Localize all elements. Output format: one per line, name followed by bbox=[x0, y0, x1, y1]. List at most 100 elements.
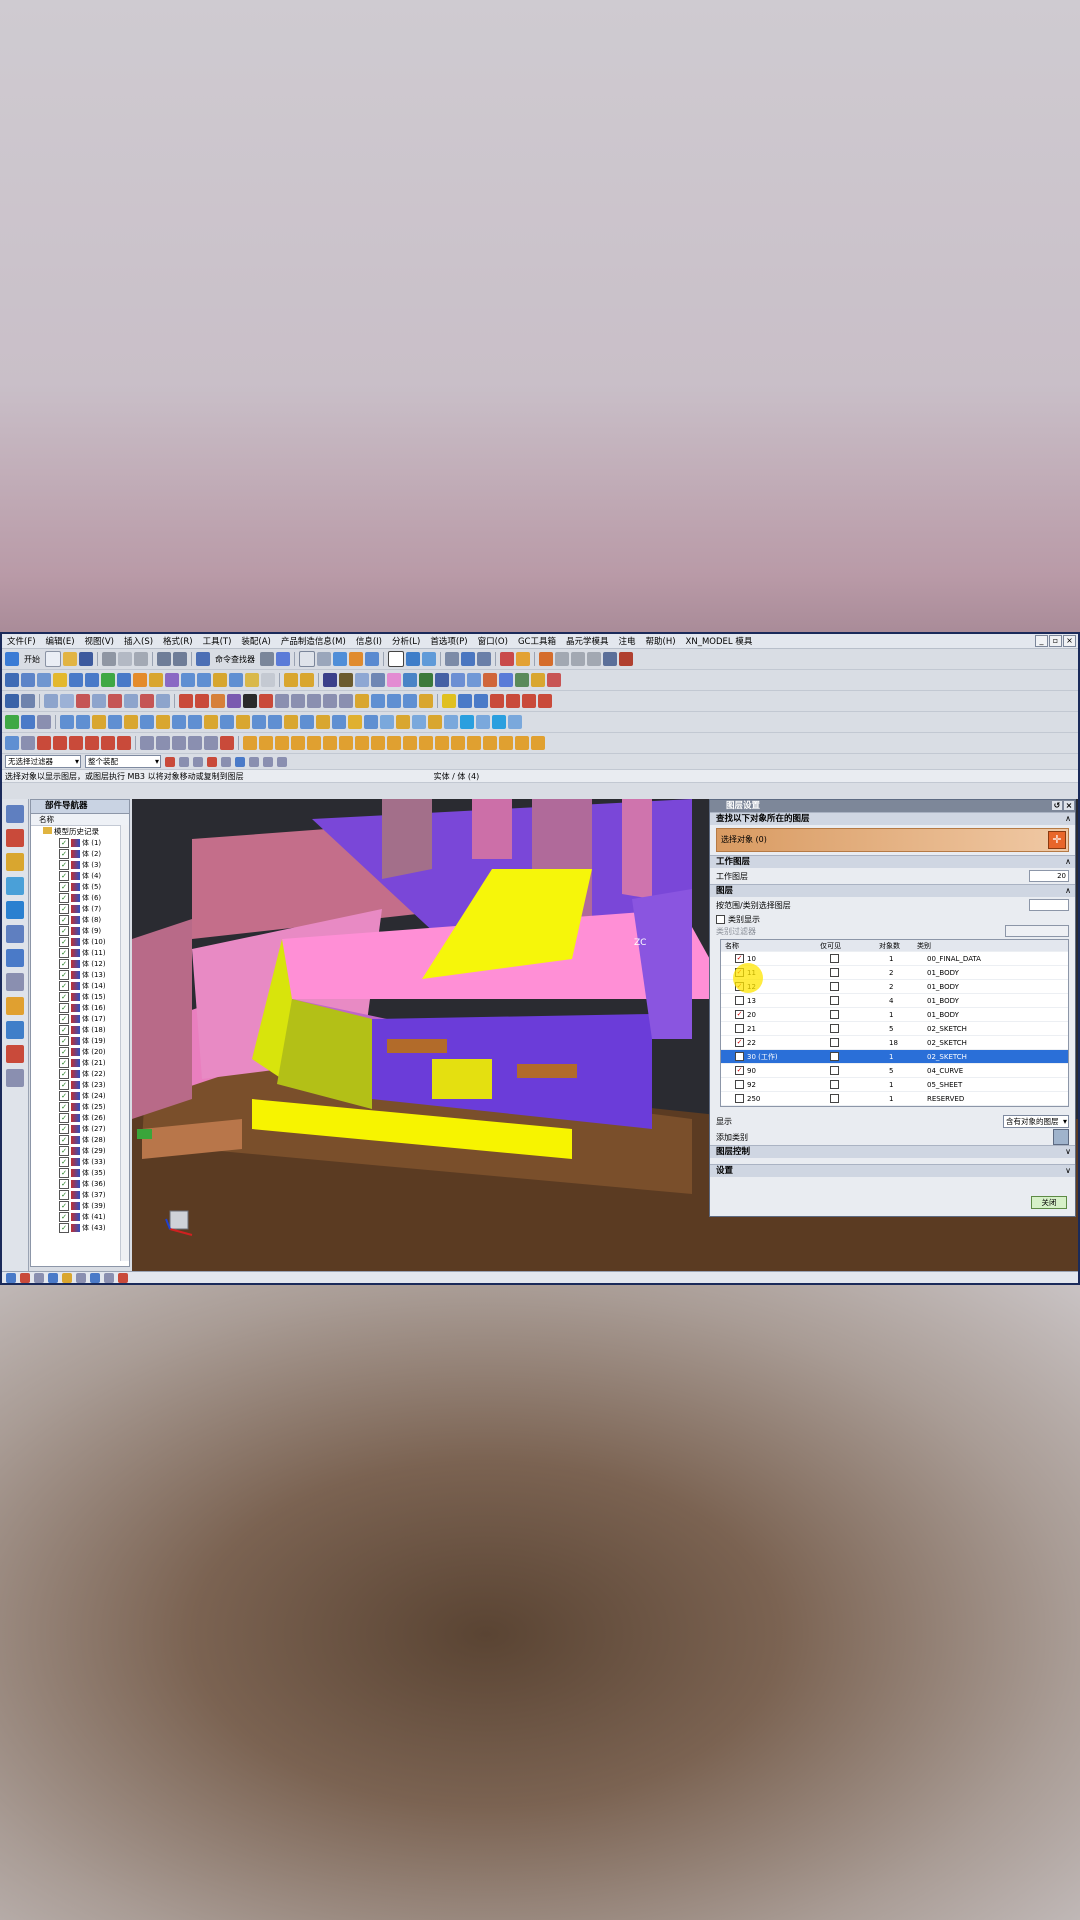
standard-parts-icon[interactable] bbox=[387, 736, 401, 750]
shrinkage-icon[interactable] bbox=[291, 736, 305, 750]
move-face-icon[interactable] bbox=[332, 715, 346, 729]
save-icon[interactable] bbox=[79, 652, 93, 666]
orient-view-icon[interactable] bbox=[317, 652, 331, 666]
menu-analysis[interactable]: 分析(L) bbox=[387, 635, 425, 647]
status-tool-8-icon[interactable] bbox=[104, 1273, 114, 1283]
parting-icon[interactable] bbox=[355, 736, 369, 750]
fit-view-icon[interactable] bbox=[299, 651, 315, 667]
polygon-select-icon[interactable] bbox=[37, 673, 51, 687]
layer-row[interactable]: 92 1 05_SHEET bbox=[721, 1078, 1068, 1092]
command-finder-button[interactable]: 命令查找器 bbox=[212, 654, 258, 665]
layer-visible-checkbox[interactable]: ✓ bbox=[735, 1010, 744, 1019]
feature-checkbox[interactable]: ✓ bbox=[59, 914, 69, 925]
col-name-header[interactable]: 名称 bbox=[721, 941, 820, 951]
open-folder-icon[interactable] bbox=[63, 652, 77, 666]
feature-node[interactable]: ✓ 体 (9) bbox=[31, 925, 129, 936]
quick-extend-icon[interactable] bbox=[156, 736, 170, 750]
point-snap-icon[interactable] bbox=[133, 673, 147, 687]
reuse-library-icon[interactable] bbox=[547, 673, 561, 687]
menu-gc-toolbox[interactable]: GC工具箱 bbox=[513, 635, 561, 647]
reuse-library-tab-icon[interactable] bbox=[6, 877, 24, 895]
lights-icon[interactable] bbox=[355, 673, 369, 687]
type-filter-select[interactable]: 无选择过滤器 bbox=[5, 755, 81, 768]
wrap-geometry-icon[interactable] bbox=[284, 673, 298, 687]
feature-node[interactable]: ✓ 体 (33) bbox=[31, 1156, 129, 1167]
edit-section-icon[interactable] bbox=[349, 652, 363, 666]
feature-checkbox[interactable]: ✓ bbox=[59, 903, 69, 914]
status-tool-3-icon[interactable] bbox=[34, 1273, 44, 1283]
select-icon[interactable] bbox=[276, 652, 290, 666]
feature-checkbox[interactable]: ✓ bbox=[59, 1013, 69, 1024]
intersection-snap-icon[interactable] bbox=[213, 673, 227, 687]
highlight-icon[interactable] bbox=[53, 673, 67, 687]
feature-checkbox[interactable]: ✓ bbox=[59, 1057, 69, 1068]
layer-row[interactable]: ✓ 10 1 00_FINAL_DATA bbox=[721, 952, 1068, 966]
feature-checkbox[interactable]: ✓ bbox=[59, 1046, 69, 1057]
material-icon[interactable] bbox=[339, 673, 353, 687]
endpoint-snap-icon[interactable] bbox=[149, 673, 163, 687]
point-on-face-icon[interactable] bbox=[261, 673, 275, 687]
snap-existing-icon[interactable] bbox=[249, 756, 259, 767]
snap-point-face-icon[interactable] bbox=[277, 756, 287, 767]
layer-only-visible-checkbox[interactable] bbox=[830, 968, 839, 977]
offset-sketch-icon[interactable] bbox=[188, 736, 202, 750]
snap-mid-icon[interactable] bbox=[179, 756, 189, 767]
paste-icon[interactable] bbox=[134, 652, 148, 666]
text-icon[interactable] bbox=[243, 694, 257, 708]
layer-only-visible-checkbox[interactable] bbox=[830, 996, 839, 1005]
slider-lifter-icon[interactable] bbox=[419, 736, 433, 750]
menu-assembly[interactable]: 装配(A) bbox=[236, 635, 275, 647]
bom-icon[interactable] bbox=[515, 736, 529, 750]
feature-node[interactable]: ✓ 体 (21) bbox=[31, 1057, 129, 1068]
snap-quadrant-icon[interactable] bbox=[235, 756, 245, 767]
feature-checkbox[interactable]: ✓ bbox=[59, 936, 69, 947]
datum-axis-icon[interactable] bbox=[490, 694, 504, 708]
menu-view[interactable]: 视图(V) bbox=[80, 635, 119, 647]
restore-icon[interactable]: ▫ bbox=[1049, 635, 1062, 647]
snap-center-icon[interactable] bbox=[221, 756, 231, 767]
new-file-icon[interactable] bbox=[45, 651, 61, 667]
feature-node[interactable]: ✓ 体 (4) bbox=[31, 870, 129, 881]
thicken-icon[interactable] bbox=[236, 715, 250, 729]
gate-icon[interactable] bbox=[435, 736, 449, 750]
layer-visible-checkbox[interactable] bbox=[735, 1024, 744, 1033]
wcs-icon[interactable] bbox=[445, 652, 459, 666]
feature-node[interactable]: ✓ 体 (12) bbox=[31, 958, 129, 969]
feature-checkbox[interactable]: ✓ bbox=[59, 1068, 69, 1079]
delete-face-icon[interactable] bbox=[316, 715, 330, 729]
spline-icon[interactable] bbox=[211, 694, 225, 708]
mold-base-icon[interactable] bbox=[371, 736, 385, 750]
col-visible-header[interactable]: 仅可见 bbox=[820, 941, 875, 951]
plane-icon[interactable] bbox=[474, 694, 488, 708]
body-select-icon[interactable] bbox=[117, 673, 131, 687]
snap-view-icon[interactable] bbox=[365, 652, 379, 666]
select-object-field[interactable]: 选择对象 (0) ✛ bbox=[716, 828, 1069, 852]
drawing-icon[interactable] bbox=[531, 736, 545, 750]
split-body-icon[interactable] bbox=[156, 715, 170, 729]
fillet-curve-icon[interactable] bbox=[419, 694, 433, 708]
feature-checkbox[interactable]: ✓ bbox=[59, 859, 69, 870]
n-sided-icon[interactable] bbox=[444, 715, 458, 729]
grid-icon[interactable] bbox=[403, 673, 417, 687]
layer-row[interactable]: ✓12201_BODY bbox=[721, 980, 1068, 994]
feature-node[interactable]: ✓ 体 (10) bbox=[31, 936, 129, 947]
settings-section[interactable]: 设置 ∨ bbox=[710, 1164, 1075, 1177]
layer-visible-checkbox[interactable] bbox=[735, 1080, 744, 1089]
subtract-icon[interactable] bbox=[21, 715, 35, 729]
system-scenes-tab-icon[interactable] bbox=[6, 1069, 24, 1087]
layer-settings-icon[interactable] bbox=[406, 652, 420, 666]
layer-only-visible-checkbox[interactable] bbox=[830, 1080, 839, 1089]
find-object-layer-section[interactable]: 查找以下对象所在的图层 ∧ bbox=[710, 812, 1075, 825]
intersect-icon[interactable] bbox=[37, 715, 51, 729]
intersect-curve-icon[interactable] bbox=[291, 694, 305, 708]
sew-icon[interactable] bbox=[220, 715, 234, 729]
roles-tab-icon[interactable] bbox=[6, 1045, 24, 1063]
feature-node[interactable]: ✓ 体 (19) bbox=[31, 1035, 129, 1046]
feature-checkbox[interactable]: ✓ bbox=[59, 848, 69, 859]
feature-node[interactable]: ✓ 体 (15) bbox=[31, 991, 129, 1002]
layer-row[interactable]: ✓ 20 1 01_BODY bbox=[721, 1008, 1068, 1022]
edge-blend-icon[interactable] bbox=[60, 715, 74, 729]
feature-checkbox[interactable]: ✓ bbox=[59, 1211, 69, 1222]
sketch-rectangle-icon[interactable] bbox=[101, 736, 115, 750]
menu-tools[interactable]: 工具(T) bbox=[198, 635, 237, 647]
